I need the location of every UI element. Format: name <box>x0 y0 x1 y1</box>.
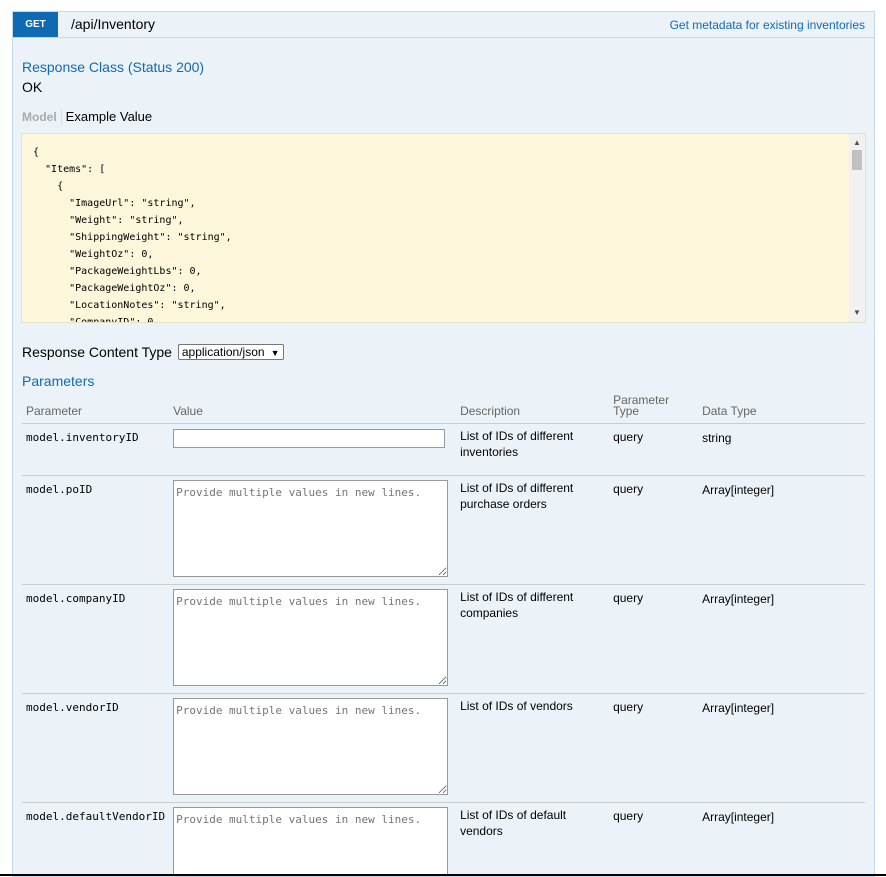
parameter-value-textarea-wrap <box>173 480 448 577</box>
parameter-type: query <box>609 803 698 877</box>
scrollbar-thumb[interactable] <box>852 150 862 170</box>
parameter-name: model.inventoryID <box>22 424 169 476</box>
parameter-name: model.poID <box>22 476 169 585</box>
parameter-description: List of IDs of different purchase orders <box>456 476 609 585</box>
parameter-value-cell <box>169 476 456 585</box>
parameters-title: Parameters <box>22 373 94 389</box>
parameter-name: model.defaultVendorID <box>22 803 169 877</box>
parameter-type: query <box>609 585 698 694</box>
parameters-header-row: Parameter Value Description Parameter Ty… <box>22 392 865 424</box>
parameter-value-textarea[interactable] <box>173 480 448 577</box>
header-description: Description <box>456 392 609 424</box>
response-content-type-label: Response Content Type <box>22 344 172 360</box>
parameters-body: model.inventoryID List of IDs of differen… <box>22 424 865 877</box>
parameter-data-type: Array[integer] <box>698 803 865 877</box>
parameter-value-cell <box>169 694 456 803</box>
parameter-row: model.defaultVendorID List of IDs of defa… <box>22 803 865 877</box>
response-content-type-row: Response Content Type application/json ▼ <box>22 344 284 360</box>
parameter-value-textarea[interactable] <box>173 698 448 795</box>
parameter-value-textarea-wrap <box>173 807 448 877</box>
code-scrollbar[interactable]: ▲ ▼ <box>849 134 865 322</box>
endpoint-path-link[interactable]: /api/Inventory <box>71 12 155 37</box>
parameter-data-type: Array[integer] <box>698 476 865 585</box>
parameter-row: model.inventoryID List of IDs of differen… <box>22 424 865 476</box>
parameter-description: List of IDs of different companies <box>456 585 609 694</box>
parameter-data-type: Array[integer] <box>698 694 865 803</box>
http-verb-badge[interactable]: GET <box>13 12 58 37</box>
parameter-value-cell <box>169 585 456 694</box>
parameter-type: query <box>609 424 698 476</box>
response-content-type-value: application/json <box>182 345 265 359</box>
parameter-value-cell <box>169 803 456 877</box>
dropdown-arrow-icon: ▼ <box>271 348 280 358</box>
example-json-code: { "Items": [ { "ImageUrl": "string", "We… <box>22 134 865 323</box>
response-class-title: Response Class (Status 200) <box>22 59 204 75</box>
parameter-type: query <box>609 694 698 803</box>
model-tabs: ModelExample Value <box>22 109 152 125</box>
header-parameter: Parameter <box>22 392 169 424</box>
parameter-value-cell <box>169 424 456 476</box>
response-content-type-select[interactable]: application/json ▼ <box>178 344 284 360</box>
parameter-name: model.vendorID <box>22 694 169 803</box>
parameter-description: List of IDs of default vendors <box>456 803 609 877</box>
response-status-text: OK <box>22 79 42 95</box>
parameter-description: List of IDs of different inventories <box>456 424 609 476</box>
example-value-code-box[interactable]: { "Items": [ { "ImageUrl": "string", "We… <box>21 133 866 323</box>
parameter-value-textarea[interactable] <box>173 807 448 877</box>
parameter-data-type: Array[integer] <box>698 585 865 694</box>
header-parameter-type: Parameter Type <box>609 392 698 424</box>
tab-example-value[interactable]: Example Value <box>62 109 152 125</box>
parameter-description: List of IDs of vendors <box>456 694 609 803</box>
parameter-value-textarea-wrap <box>173 698 448 795</box>
parameters-table: Parameter Value Description Parameter Ty… <box>22 392 865 877</box>
parameter-row: model.companyID List of IDs of different … <box>22 585 865 694</box>
operation-summary-link[interactable]: Get metadata for existing inventories <box>670 12 865 37</box>
operation-panel: GET /api/Inventory Get metadata for exis… <box>12 11 875 877</box>
parameter-value-input[interactable] <box>173 429 445 448</box>
parameter-value-textarea-wrap <box>173 589 448 686</box>
tab-model[interactable]: Model <box>22 109 62 125</box>
parameter-type: query <box>609 476 698 585</box>
parameter-row: model.poID List of IDs of different purch… <box>22 476 865 585</box>
parameter-row: model.vendorID List of IDs of vendorsquer… <box>22 694 865 803</box>
header-data-type: Data Type <box>698 392 865 424</box>
parameter-value-textarea[interactable] <box>173 589 448 686</box>
operation-header[interactable]: GET /api/Inventory Get metadata for exis… <box>13 12 874 38</box>
parameter-data-type: string <box>698 424 865 476</box>
scroll-down-arrow-icon[interactable]: ▼ <box>849 306 865 320</box>
scroll-up-arrow-icon[interactable]: ▲ <box>849 136 865 150</box>
parameter-name: model.companyID <box>22 585 169 694</box>
header-value: Value <box>169 392 456 424</box>
